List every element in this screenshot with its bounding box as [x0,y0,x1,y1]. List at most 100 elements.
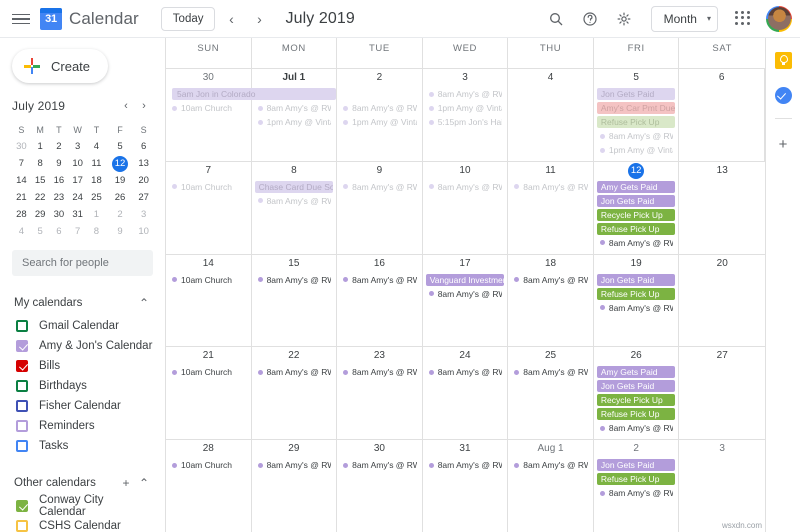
event-item[interactable]: 10am Church [169,274,248,286]
gear-icon[interactable] [611,6,637,32]
day-number[interactable]: 7 [166,163,251,180]
day-number[interactable]: 16 [337,256,422,273]
help-icon[interactable] [577,6,603,32]
my-calendars-header[interactable]: My calendars ⌃ [0,290,165,316]
mini-day-10[interactable]: 10 [68,155,87,172]
day-cell-3[interactable]: 3 [679,440,765,532]
mini-day-14[interactable]: 14 [12,172,31,189]
mini-day-17[interactable]: 17 [68,172,87,189]
day-cell-6[interactable]: 6 [679,69,765,161]
day-number[interactable]: 14 [166,256,251,273]
hamburger-icon[interactable] [10,8,32,30]
day-number[interactable]: 11 [508,163,593,180]
mini-day-3[interactable]: 3 [68,138,87,155]
my-calendar-item-6[interactable]: Tasks [0,436,165,456]
mini-day-31[interactable]: 31 [68,206,87,223]
day-number[interactable]: 20 [679,256,765,273]
day-cell-Jul-1[interactable]: Jul 1 8am Amy's @ RWD 1pm Amy @ Vintag [252,69,338,161]
day-number[interactable]: 2 [594,441,679,458]
mini-day-15[interactable]: 15 [31,172,50,189]
day-cell-11[interactable]: 118am Amy's @ RWD [508,161,594,254]
day-cell-22[interactable]: 22 8am Amy's @ RWD [252,347,338,440]
event-item[interactable]: 8am Amy's @ RWD [340,274,419,286]
day-cell-21[interactable]: 21 10am Church [166,347,252,440]
day-number[interactable]: 28 [166,441,251,458]
day-cell-12[interactable]: 12 Amy Gets Paid Jon Gets Paid Recycle Pick… [594,161,680,254]
calendar-checkbox[interactable] [16,500,28,512]
day-cell-25[interactable]: 25 8am Amy's @ RWD [508,347,594,440]
mini-day-5[interactable]: 5 [31,223,50,240]
event-chip[interactable]: Amy's Car Pmt Due [596,102,676,114]
day-cell-9[interactable]: 98am Amy's @ RWD [337,161,423,254]
mini-day-11[interactable]: 11 [87,155,106,172]
mini-day-26[interactable]: 26 [106,189,134,206]
mini-day-7[interactable]: 7 [68,223,87,240]
day-number[interactable]: 17 [423,256,508,273]
day-number[interactable]: 25 [508,348,593,365]
day-number[interactable]: 3 [423,70,508,87]
add-calendar-icon[interactable]: + [117,474,135,492]
mini-day-4[interactable]: 4 [87,138,106,155]
event-item[interactable]: 8am Amy's @ RWD [511,274,590,286]
mini-day-23[interactable]: 23 [50,189,69,206]
next-period-icon[interactable]: › [247,7,271,31]
apps-grid-icon[interactable] [730,6,756,32]
day-cell-29[interactable]: 29 8am Amy's @ RWD [252,440,338,532]
event-item[interactable]: 1pm Amy @ Vintag [597,144,676,156]
day-number[interactable]: 10 [423,163,508,180]
day-number[interactable]: 27 [679,348,765,365]
mini-day-3[interactable]: 3 [134,206,153,223]
view-selector[interactable]: Month ▾ [650,5,718,32]
day-number[interactable]: 5 [594,70,679,87]
calendar-checkbox[interactable] [16,420,28,432]
day-number[interactable]: 23 [337,348,422,365]
mini-day-9[interactable]: 9 [50,155,69,172]
mini-day-21[interactable]: 21 [12,189,31,206]
mini-day-28[interactable]: 28 [12,206,31,223]
day-number[interactable]: 26 [594,348,679,365]
other-calendars-header[interactable]: Other calendars + ⌃ [0,470,165,496]
event-chip[interactable]: Refuse Pick Up [596,473,676,486]
mini-day-25[interactable]: 25 [87,189,106,206]
event-item[interactable]: 8am Amy's @ RWD [511,459,590,471]
event-item[interactable]: 1pm Amy @ Vintag [426,102,505,114]
event-item[interactable]: 5:15pm Jon's Hairc [426,116,505,128]
day-number[interactable]: 12 [594,162,679,180]
day-cell-2[interactable]: 2 Jon Gets Paid Refuse Pick Up 8am Amy's @ … [594,440,680,532]
day-number[interactable]: 15 [252,256,337,273]
event-item[interactable]: 8am Amy's @ RWD [255,459,334,471]
event-chip[interactable]: Refuse Pick Up [596,116,676,128]
event-item[interactable]: 8am Amy's @ RWD [597,302,676,314]
mini-calendar-next-icon[interactable]: › [135,97,153,115]
google-keep-icon[interactable] [774,52,792,69]
day-cell-10[interactable]: 108am Amy's @ RWD [423,161,509,254]
mini-day-30[interactable]: 30 [12,138,31,155]
my-calendar-item-3[interactable]: Birthdays [0,376,165,396]
chevron-up-icon[interactable]: ⌃ [135,474,153,492]
event-item[interactable]: 8am Amy's @ RWD [597,130,676,142]
event-item[interactable]: 8am Amy's @ RWD [255,366,334,378]
mini-day-27[interactable]: 27 [134,189,153,206]
calendar-checkbox[interactable] [16,520,28,532]
avatar[interactable] [766,5,792,32]
day-number[interactable]: 6 [679,70,764,87]
add-app-icon[interactable]: + [779,137,788,152]
mini-day-20[interactable]: 20 [134,172,153,189]
day-cell-4[interactable]: 4 [508,69,594,161]
day-number[interactable]: 8 [252,163,337,180]
day-cell-20[interactable]: 20 [679,255,765,347]
event-chip[interactable]: Jon Gets Paid [596,459,676,472]
mini-day-10[interactable]: 10 [134,223,153,240]
event-chip[interactable]: Recycle Pick Up [596,394,676,407]
day-number[interactable]: 13 [679,163,765,180]
event-item[interactable]: 8am Amy's @ RWD [340,459,419,471]
day-cell-17[interactable]: 17Vanguard Investmen 8am Amy's @ RWD [423,254,509,347]
day-number[interactable]: Jul 1 [252,70,337,87]
previous-period-icon[interactable]: ‹ [219,7,243,31]
multi-day-event[interactable]: 5am Jon in Colorado [172,88,337,100]
day-cell-30[interactable]: 30 10am Church [166,69,252,161]
google-tasks-icon[interactable] [774,87,792,104]
event-item[interactable]: 8am Amy's @ RWD [255,274,334,286]
mini-day-8[interactable]: 8 [87,223,106,240]
other-calendar-item-1[interactable]: CSHS Calendar [0,516,165,532]
